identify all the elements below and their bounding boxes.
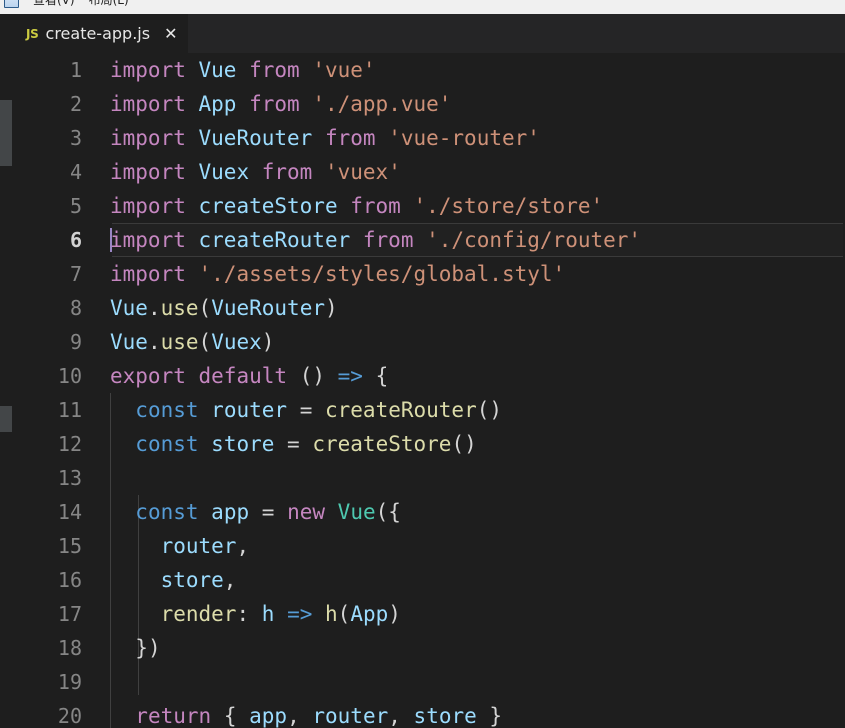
code-line-text: import './assets/styles/global.styl' [110,261,566,286]
code-line-text: }) [135,635,161,660]
decorations-overview-ruler[interactable] [0,14,12,728]
line-number: 1 [69,58,82,82]
code-editor[interactable]: 1 import Vue from 'vue' 2 import App from '… [12,53,845,728]
code-line[interactable]: 5 import createStore from './store/store' [12,189,845,223]
code-line[interactable]: 10 export default () => { [12,359,845,393]
line-number: 12 [57,432,82,456]
line-number: 16 [57,568,82,592]
line-number: 7 [69,262,82,286]
code-line-text: Vue.use(Vuex) [110,329,275,354]
code-line[interactable]: 12 const store = createStore() [12,427,845,461]
code-line-text: const router = createRouter() [135,397,503,422]
code-line-text: import VueRouter from 'vue-router' [110,125,540,150]
overview-ruler-mark [0,100,12,136]
code-line[interactable]: 7 import './assets/styles/global.styl' [12,257,845,291]
line-number: 3 [69,126,82,150]
line-number: 10 [57,364,82,388]
close-icon[interactable]: ✕ [164,25,177,42]
line-number: 4 [69,160,82,184]
code-line-text: const store = createStore() [135,431,477,456]
line-number: 5 [69,194,82,218]
line-number: 2 [69,92,82,116]
code-line-text: Vue.use(VueRouter) [110,295,338,320]
code-line-text: import Vue from 'vue' [110,57,376,82]
code-line[interactable]: 6 import createRouter from './config/rout… [12,223,845,257]
line-number: 15 [57,534,82,558]
menu-item-view[interactable]: 查看(V) [33,0,75,8]
code-line-text: import Vuex from 'vuex' [110,159,401,184]
indent-guide [137,495,139,695]
code-line-text: store, [160,567,237,592]
code-line-text: import App from './app.vue' [110,91,452,116]
overview-ruler-mark [0,136,12,166]
code-line[interactable]: 1 import Vue from 'vue' [12,53,845,87]
code-line-text: export default () => { [110,363,389,388]
line-number: 11 [57,398,82,422]
overview-ruler-mark [0,406,12,432]
line-number: 19 [57,670,82,694]
line-number: 13 [57,466,82,490]
javascript-file-icon: JS [26,26,39,41]
code-line[interactable]: 11 const router = createRouter() [12,393,845,427]
tab-label: create-app.js [45,23,151,43]
code-line[interactable]: 2 import App from './app.vue' [12,87,845,121]
code-line-text: import createStore from './store/store' [110,193,604,218]
code-line[interactable]: 8 Vue.use(VueRouter) [12,291,845,325]
line-number: 8 [69,296,82,320]
line-number: 9 [69,330,82,354]
code-line-text: return { app, router, store } [135,703,503,728]
code-line-text: render: h => h(App) [160,601,401,626]
window-icon [4,0,19,8]
line-number: 17 [57,602,82,626]
code-line[interactable]: 20 return { app, router, store } [12,699,845,728]
editor-tab-bar: JS create-app.js ✕ [12,14,845,53]
code-line[interactable]: 4 import Vuex from 'vuex' [12,155,845,189]
code-line[interactable]: 13 [12,461,845,495]
line-number: 18 [57,636,82,660]
tab-create-app-js[interactable]: JS create-app.js ✕ [12,14,189,53]
code-line-text: const app = new Vue({ [135,499,401,524]
code-line-text: router, [160,533,250,558]
line-number: 14 [57,500,82,524]
code-line[interactable]: 9 Vue.use(Vuex) [12,325,845,359]
os-menu-strip: 查看(V) 布局(L) [0,0,845,14]
code-line-text: import createRouter from './config/route… [110,228,642,252]
code-line[interactable]: 3 import VueRouter from 'vue-router' [12,121,845,155]
menu-item-layout[interactable]: 布局(L) [89,0,129,8]
line-number: 20 [57,704,82,728]
line-number: 6 [69,228,82,252]
